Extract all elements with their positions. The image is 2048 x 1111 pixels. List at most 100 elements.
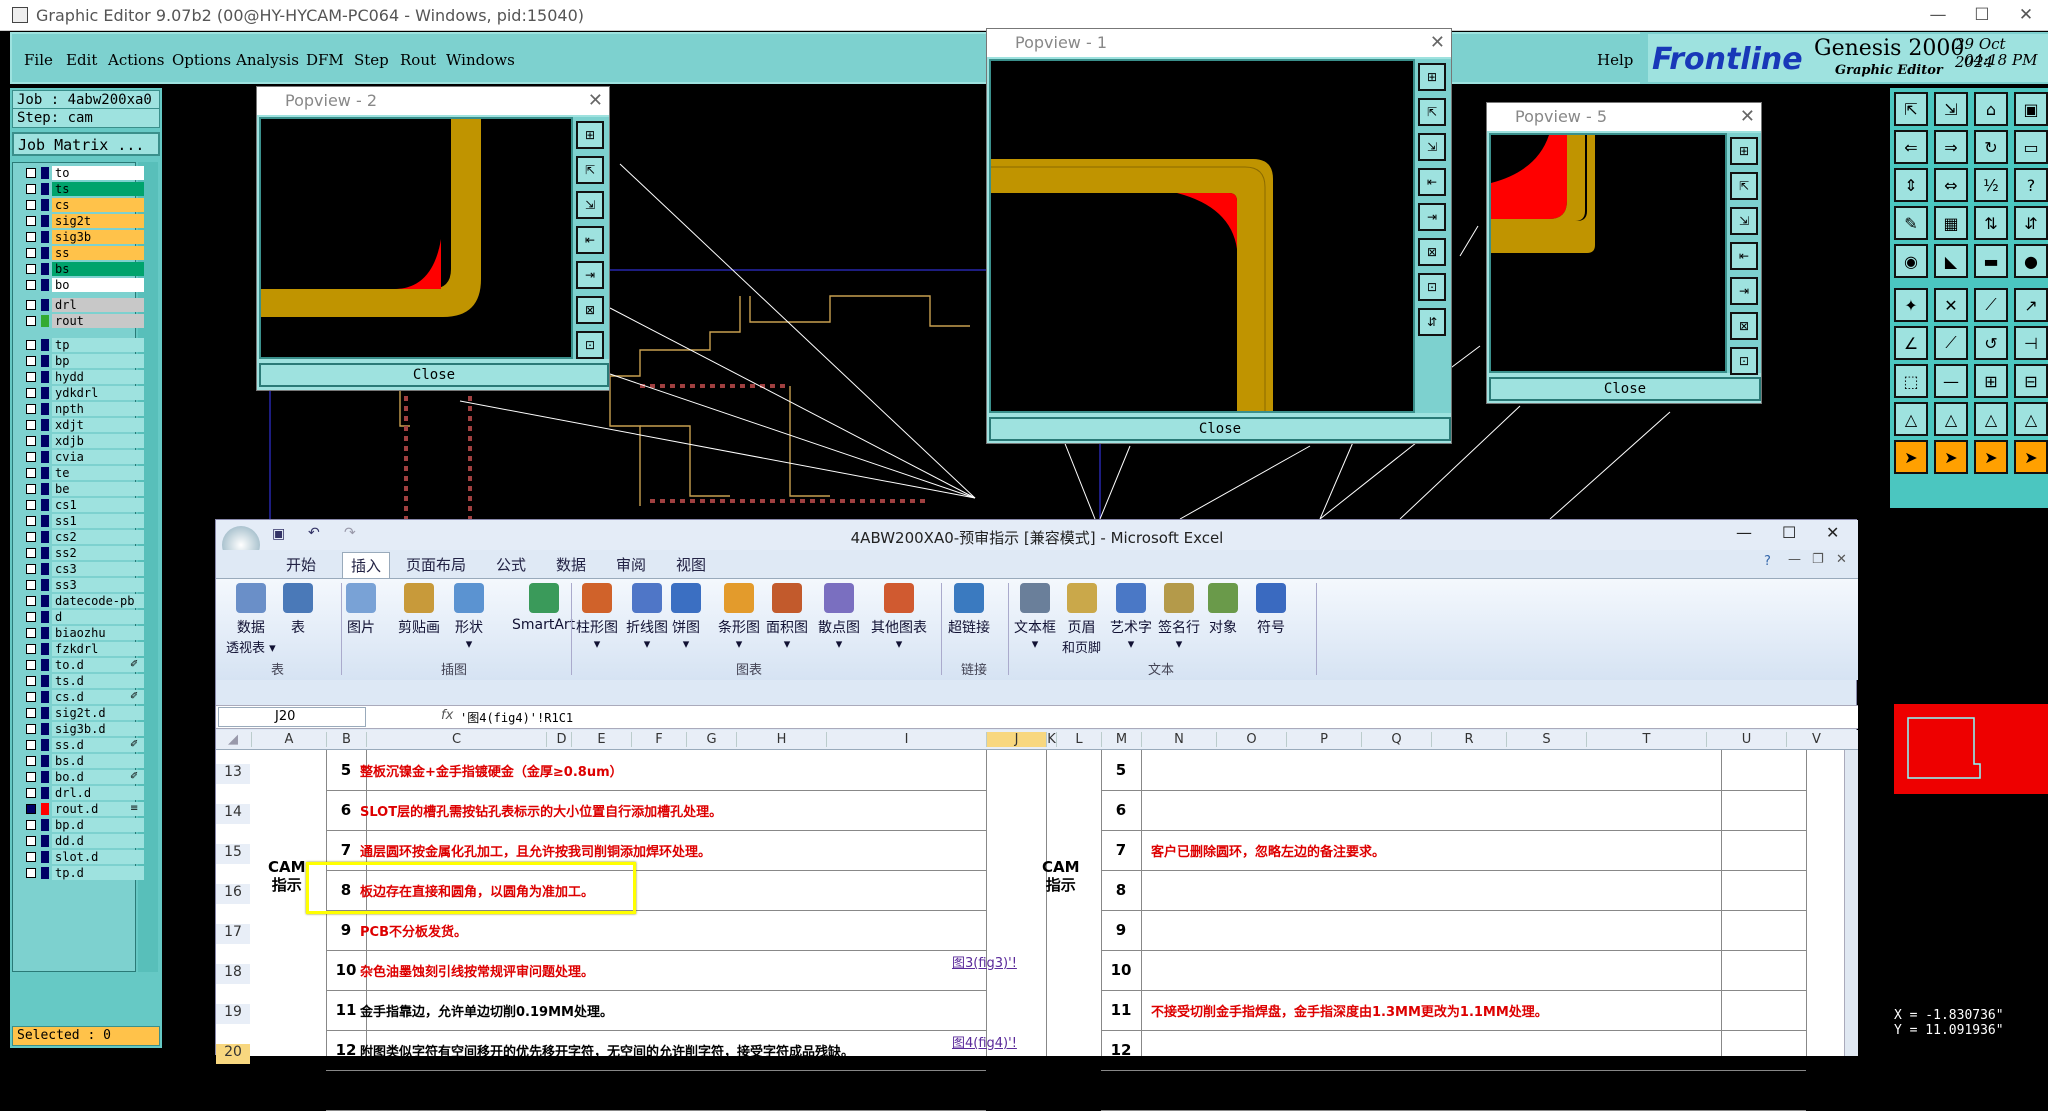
layer-row-to[interactable]: to	[14, 166, 144, 180]
layer-row-to-d[interactable]: to.d ✐	[14, 658, 144, 672]
layer-checkbox[interactable]	[26, 644, 36, 654]
spreadsheet-grid[interactable]: 13 5 整板沉镍金+金手指镀硬金（金厚≥0.8um） 5 14 6 SLOT层的槽孔需按钻…	[216, 750, 1858, 1111]
layer-row-ss[interactable]: ss	[14, 246, 144, 260]
layer-checkbox[interactable]	[26, 596, 36, 606]
layer-row-cs3[interactable]: cs3	[14, 562, 144, 576]
ribbon-button-14[interactable]: 超链接	[948, 583, 990, 637]
column-header-N[interactable]: N	[1141, 732, 1216, 747]
row-header[interactable]: 20	[216, 1044, 250, 1064]
tool-button-31[interactable]: ⊞	[1974, 364, 2008, 398]
tool-button-7[interactable]: ↻	[1974, 130, 2008, 164]
column-header-P[interactable]: P	[1286, 732, 1361, 747]
column-header-E[interactable]: E	[571, 732, 631, 747]
layer-checkbox[interactable]	[26, 516, 36, 526]
tab-insert[interactable]: 插入	[342, 552, 391, 578]
layer-row-bo[interactable]: bo	[14, 278, 144, 292]
popview-tool-button[interactable]: ⇤	[1730, 242, 1758, 270]
popview-1-close-icon[interactable]: ✕	[1430, 29, 1445, 57]
layer-checkbox[interactable]	[26, 184, 36, 194]
column-header-T[interactable]: T	[1586, 732, 1706, 747]
layer-row-bp-d[interactable]: bp.d	[14, 818, 144, 832]
row-header[interactable]: 19	[216, 1004, 250, 1024]
layer-checkbox[interactable]	[26, 216, 36, 226]
popview-tool-button[interactable]: ⇲	[1418, 133, 1446, 161]
layer-row-ts-d[interactable]: ts.d	[14, 674, 144, 688]
layer-row-ss1[interactable]: ss1	[14, 514, 144, 528]
menu-windows[interactable]: Windows	[446, 51, 515, 69]
layer-row-rout[interactable]: rout	[14, 314, 144, 328]
layer-row-bp[interactable]: bp	[14, 354, 144, 368]
ribbon-button-8[interactable]: 折线图 ▾	[626, 583, 668, 652]
help-icon[interactable]: ?	[1764, 554, 1771, 569]
layer-checkbox[interactable]	[26, 264, 36, 274]
tool-button-32[interactable]: ⊟	[2014, 364, 2048, 398]
row-header[interactable]: 18	[216, 964, 250, 984]
row-header[interactable]: 15	[216, 844, 250, 864]
excel-close-button[interactable]: ✕	[1826, 523, 1839, 542]
tool-button-27[interactable]: ↺	[1974, 326, 2008, 360]
ribbon-button-10[interactable]: 条形图 ▾	[718, 583, 760, 652]
menu-analysis[interactable]: Analysis	[236, 51, 299, 69]
job-matrix-button[interactable]: Job Matrix ...	[12, 132, 160, 156]
layer-checkbox[interactable]	[26, 340, 36, 350]
tool-button-38[interactable]: ➤	[1934, 440, 1968, 474]
ribbon-button-17[interactable]: 艺术字 ▾	[1110, 583, 1152, 652]
layer-checkbox[interactable]	[26, 612, 36, 622]
response-cell[interactable]: 客户已删除圆环，忽略左边的备注要求。	[1151, 841, 1771, 860]
ribbon-button-9[interactable]: 饼图 ▾	[671, 583, 701, 652]
popview-tool-button[interactable]: ⇲	[576, 191, 604, 219]
layer-checkbox[interactable]	[26, 372, 36, 382]
tool-button-13[interactable]: ✎	[1894, 206, 1928, 240]
layer-checkbox[interactable]	[26, 756, 36, 766]
item-number-cell-right[interactable]: 6	[1101, 801, 1141, 819]
tool-button-16[interactable]: ⇵	[2014, 206, 2048, 240]
item-number-cell-right[interactable]: 10	[1101, 961, 1141, 979]
tool-button-36[interactable]: △	[2014, 402, 2048, 436]
popview-tool-button[interactable]: ⇱	[1418, 98, 1446, 126]
tool-button-14[interactable]: ▦	[1934, 206, 1968, 240]
layer-checkbox[interactable]	[26, 628, 36, 638]
tab-view[interactable]: 视图	[676, 554, 706, 575]
column-header-I[interactable]: I	[826, 732, 986, 747]
layer-row-hydd[interactable]: hydd	[14, 370, 144, 384]
popview-tool-button[interactable]: ⇱	[1730, 172, 1758, 200]
popview-tool-button[interactable]: ⇤	[1418, 168, 1446, 196]
layer-row-ts[interactable]: ts	[14, 182, 144, 196]
ribbon-button-11[interactable]: 面积图 ▾	[766, 583, 808, 652]
tool-button-22[interactable]: ✕	[1934, 288, 1968, 322]
vertical-scrollbar[interactable]	[1844, 750, 1858, 1056]
layer-row-slot-d[interactable]: slot.d	[14, 850, 144, 864]
maximize-button[interactable]: ☐	[1960, 0, 2004, 31]
column-header-Q[interactable]: Q	[1361, 732, 1431, 747]
layer-row-dd-d[interactable]: dd.d	[14, 834, 144, 848]
tool-button-3[interactable]: ⌂	[1974, 92, 2008, 126]
tool-button-34[interactable]: △	[1934, 402, 1968, 436]
popview-tool-button[interactable]: ⊡	[576, 331, 604, 359]
layer-checkbox[interactable]	[26, 724, 36, 734]
instruction-cell[interactable]: SLOT层的槽孔需按钻孔表标示的大小位置自行添加槽孔处理。	[360, 801, 980, 820]
row-header[interactable]: 13	[216, 764, 250, 784]
column-header-U[interactable]: U	[1706, 732, 1786, 747]
tool-button-37[interactable]: ➤	[1894, 440, 1928, 474]
layer-checkbox[interactable]	[26, 484, 36, 494]
tool-button-1[interactable]: ⇱	[1894, 92, 1928, 126]
ribbon-button-6[interactable]: SmartArt	[512, 583, 575, 633]
tool-button-8[interactable]: ▭	[2014, 130, 2048, 164]
layer-row-sig2t[interactable]: sig2t	[14, 214, 144, 228]
ribbon-button-2[interactable]: 表	[283, 583, 313, 637]
layer-checkbox[interactable]	[26, 804, 36, 814]
popview-1-canvas[interactable]	[989, 59, 1415, 413]
popview-tool-button[interactable]: ⊠	[1418, 238, 1446, 266]
instruction-cell[interactable]: 金手指靠边，允许单边切削0.19MM处理。	[360, 1001, 980, 1020]
layer-row-biaozhu[interactable]: biaozhu	[14, 626, 144, 640]
excel-minimize-button[interactable]: —	[1736, 523, 1752, 542]
column-header-H[interactable]: H	[736, 732, 826, 747]
tool-button-30[interactable]: —	[1934, 364, 1968, 398]
layer-checkbox[interactable]	[26, 280, 36, 290]
tool-button-12[interactable]: ?	[2014, 168, 2048, 202]
instruction-cell[interactable]: 杂色油墨蚀刻引线按常规评审问题处理。	[360, 961, 980, 980]
layer-row-fzkdrl[interactable]: fzkdrl	[14, 642, 144, 656]
layer-checkbox[interactable]	[26, 436, 36, 446]
popview-tool-button[interactable]: ⊞	[1730, 137, 1758, 165]
layer-checkbox[interactable]	[26, 316, 36, 326]
